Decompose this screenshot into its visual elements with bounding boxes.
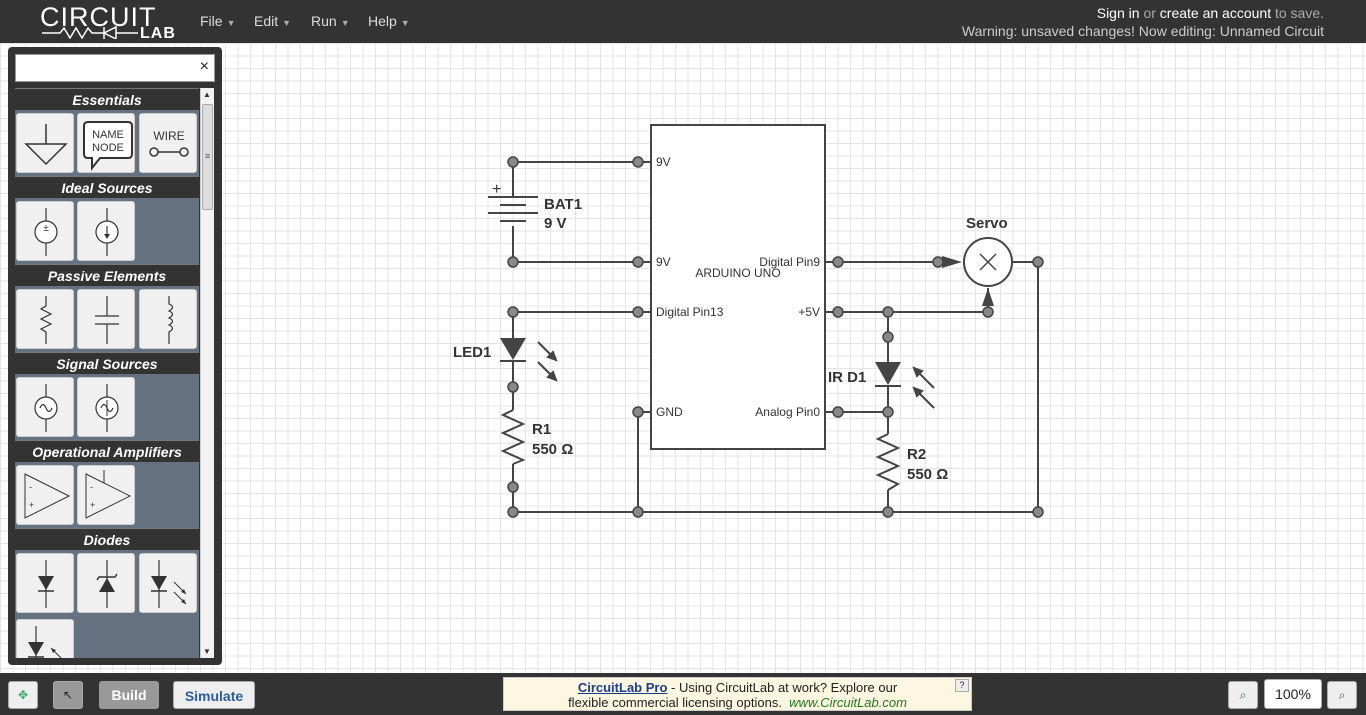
r2-resistor-symbol[interactable] bbox=[875, 433, 901, 491]
capacitor-icon bbox=[95, 296, 120, 344]
pin-label-a0: Analog Pin0 bbox=[755, 405, 820, 419]
grip-icon: ≡ bbox=[205, 151, 211, 161]
voltage-source-icon: ± bbox=[34, 208, 58, 256]
photodiode-icon bbox=[28, 626, 62, 658]
scroll-thumb[interactable]: ≡ bbox=[202, 104, 213, 210]
battery-value: 9 V bbox=[544, 215, 567, 232]
circuitlab-pro-link[interactable]: CircuitLab Pro bbox=[578, 680, 668, 695]
battery-symbol[interactable] bbox=[488, 196, 538, 222]
svg-text:-: - bbox=[90, 482, 93, 492]
category-signal-sources: Signal Sources bbox=[15, 352, 199, 374]
opamp-icon: -+ bbox=[24, 473, 71, 519]
resistor-icon bbox=[39, 296, 53, 344]
opamp-powered-part[interactable]: - + bbox=[77, 465, 136, 525]
pin-label-9v-top: 9V bbox=[656, 155, 671, 169]
zoom-level[interactable]: 100% bbox=[1264, 679, 1322, 709]
arduino-block[interactable] bbox=[650, 124, 826, 450]
build-button[interactable]: Build bbox=[99, 681, 159, 709]
name-node-icon: NAME NODE bbox=[83, 121, 134, 171]
parts-panel: × Essentials NAME NODE WIRE Ideal Source… bbox=[8, 47, 222, 665]
parts-list: Essentials NAME NODE WIRE Ideal Sources bbox=[15, 88, 199, 658]
svg-text:+: + bbox=[29, 500, 34, 510]
current-source-icon bbox=[95, 208, 120, 256]
r2-name: R2 bbox=[907, 446, 926, 463]
pan-tool-button[interactable]: ✥ bbox=[8, 681, 38, 709]
bottom-bar: ✥ ↖ Build Simulate CircuitLab Pro - Usin… bbox=[0, 673, 1366, 715]
r1-value: 550 Ω bbox=[532, 441, 573, 458]
opamp-powered-icon: -+ bbox=[85, 470, 132, 519]
parts-scrollbar[interactable]: ▲ ≡ ▼ bbox=[200, 88, 214, 658]
led-name: LED1 bbox=[453, 344, 491, 361]
name-node-line2: NODE bbox=[93, 142, 125, 154]
wire-part[interactable]: WIRE bbox=[138, 113, 197, 173]
pin-label-5v: +5V bbox=[798, 305, 820, 319]
ac-current-source-part[interactable] bbox=[77, 377, 136, 437]
ad-text-line2: flexible commercial licensing options. bbox=[568, 695, 782, 710]
servo-symbol[interactable] bbox=[942, 237, 1013, 306]
scroll-up-icon[interactable]: ▲ bbox=[203, 90, 211, 99]
opamp-part[interactable]: - + bbox=[16, 465, 74, 525]
battery-name: BAT1 bbox=[544, 196, 582, 213]
diode-icon bbox=[38, 560, 54, 608]
zoom-out-button[interactable]: ⌕ bbox=[1228, 681, 1258, 709]
pin-label-9v-mid: 9V bbox=[656, 255, 671, 269]
category-diodes: Diodes bbox=[15, 528, 199, 550]
pin-label-gnd: GND bbox=[656, 405, 683, 419]
pin-label-d13: Digital Pin13 bbox=[656, 305, 724, 319]
simulate-button[interactable]: Simulate bbox=[173, 681, 255, 709]
resistor-part[interactable] bbox=[16, 289, 74, 349]
inductor-part[interactable] bbox=[138, 289, 197, 349]
name-node-part[interactable]: NAME NODE bbox=[77, 113, 136, 173]
led-part[interactable] bbox=[138, 553, 197, 613]
led-icon bbox=[150, 560, 187, 608]
r1-name: R1 bbox=[532, 421, 551, 438]
ac-current-icon bbox=[95, 384, 120, 432]
scroll-down-icon[interactable]: ▼ bbox=[203, 647, 211, 656]
ad-url[interactable]: www.CircuitLab.com bbox=[789, 695, 907, 710]
arduino-label: ARDUINO UNO bbox=[695, 266, 780, 280]
category-ideal-sources: Ideal Sources bbox=[15, 176, 199, 198]
category-passive-elements: Passive Elements bbox=[15, 264, 199, 286]
current-source-part[interactable] bbox=[77, 201, 136, 261]
parts-search-input[interactable]: × bbox=[15, 54, 215, 82]
ird-name: IR D1 bbox=[828, 369, 866, 386]
ir-diode-symbol[interactable] bbox=[875, 362, 935, 409]
ground-icon bbox=[24, 124, 68, 166]
svg-text:-: - bbox=[29, 482, 32, 492]
led-symbol[interactable] bbox=[500, 338, 558, 382]
battery-plus: + bbox=[492, 181, 501, 198]
category-essentials: Essentials bbox=[15, 88, 199, 110]
servo-name: Servo bbox=[966, 215, 1008, 232]
diode-part[interactable] bbox=[16, 553, 74, 613]
select-tool-button[interactable]: ↖ bbox=[53, 681, 83, 709]
r2-value: 550 Ω bbox=[907, 466, 948, 483]
voltage-source-part[interactable]: ± bbox=[16, 201, 74, 261]
category-op-amps: Operational Amplifiers bbox=[15, 440, 199, 462]
cursor-icon: ↖ bbox=[62, 688, 74, 702]
ac-voltage-source-part[interactable] bbox=[16, 377, 74, 437]
zoom-in-icon: ⌕ bbox=[1338, 688, 1346, 702]
ad-text-line1: - Using CircuitLab at work? Explore our bbox=[667, 680, 898, 695]
capacitor-part[interactable] bbox=[77, 289, 136, 349]
svg-text:±: ± bbox=[43, 223, 49, 234]
zoom-in-button[interactable]: ⌕ bbox=[1327, 681, 1357, 709]
zener-diode-part[interactable] bbox=[77, 553, 136, 613]
ac-voltage-icon bbox=[34, 384, 58, 432]
promo-banner: CircuitLab Pro - Using CircuitLab at wor… bbox=[503, 677, 972, 711]
ground-part[interactable] bbox=[16, 113, 74, 173]
photodiode-part[interactable] bbox=[16, 619, 74, 658]
wire-text: WIRE bbox=[153, 129, 184, 143]
zoom-out-icon: ⌕ bbox=[1239, 688, 1247, 702]
ad-help-button[interactable]: ? bbox=[955, 679, 969, 692]
move-icon: ✥ bbox=[17, 688, 29, 702]
wire-icon: WIRE bbox=[149, 129, 189, 157]
close-icon[interactable]: × bbox=[200, 58, 209, 76]
zener-diode-icon bbox=[96, 560, 119, 608]
r1-resistor-symbol[interactable] bbox=[500, 409, 526, 465]
inductor-icon bbox=[167, 296, 173, 344]
name-node-line1: NAME bbox=[93, 129, 125, 141]
svg-text:+: + bbox=[90, 500, 95, 510]
